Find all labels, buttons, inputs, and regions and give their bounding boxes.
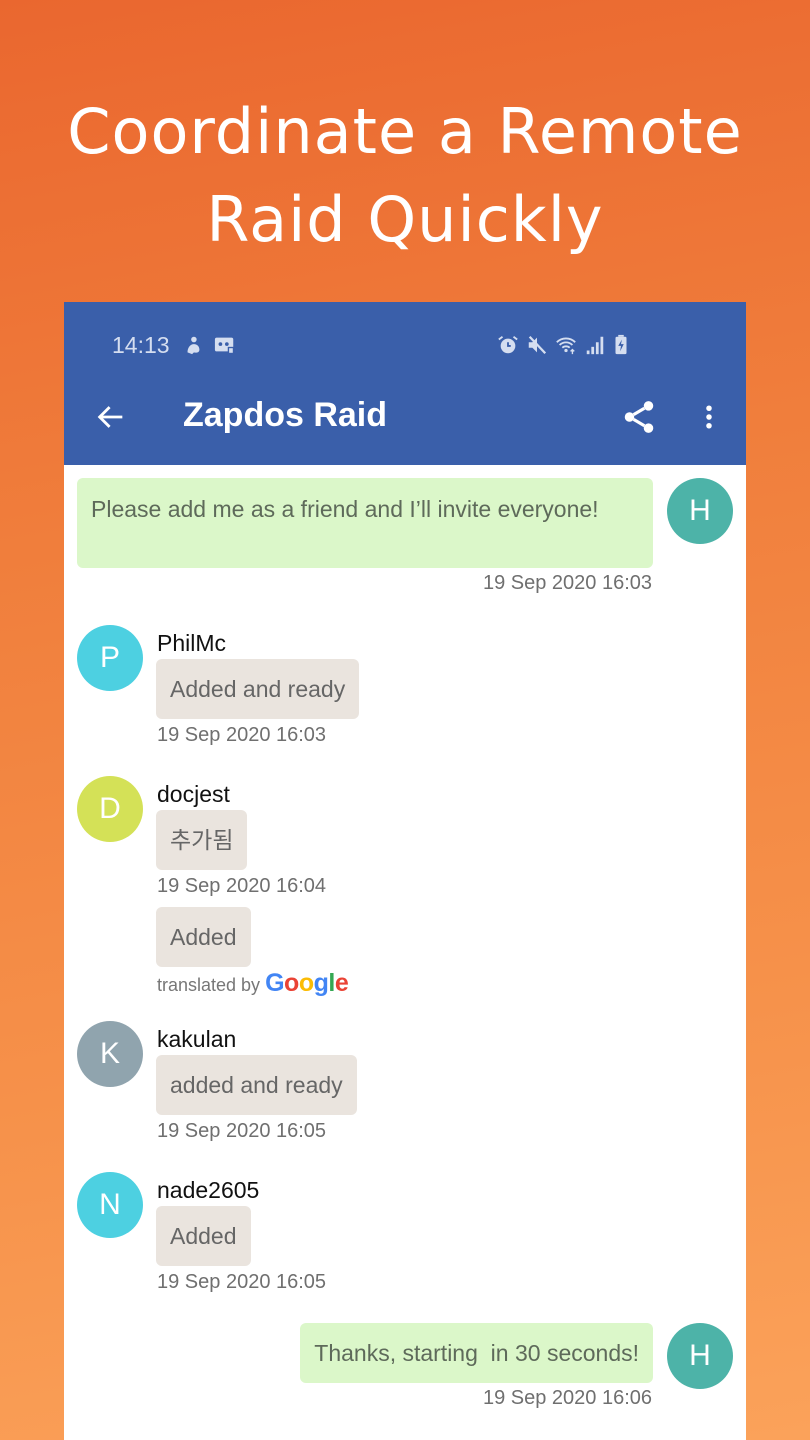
wifi-icon <box>556 337 576 355</box>
translation-credit: translated by Google <box>157 969 349 998</box>
avatar[interactable]: P <box>77 625 143 691</box>
avatar[interactable]: K <box>77 1021 143 1087</box>
sender-name: PhilMc <box>157 630 227 656</box>
arrow-back-icon[interactable] <box>94 400 128 434</box>
app-bar: 14:13 Zapdos Raid <box>64 302 746 465</box>
incoming-message-bubble[interactable]: Added and ready <box>156 659 360 719</box>
status-time: 14:13 <box>112 332 170 358</box>
phone-screen: 14:13 Zapdos Raid Please add me as a fri… <box>64 302 746 1440</box>
sender-name: nade2605 <box>157 1177 260 1203</box>
message-text: Added and ready <box>170 676 346 702</box>
outgoing-message-bubble[interactable]: Thanks, starting in 30 seconds! <box>300 1323 653 1383</box>
share-icon[interactable] <box>620 398 658 436</box>
notification-app-icon <box>187 336 200 355</box>
message-text: 추가됨 <box>170 827 234 853</box>
sender-name: kakulan <box>157 1026 237 1052</box>
message-text: Thanks, starting in 30 seconds! <box>314 1340 639 1366</box>
avatar[interactable]: N <box>77 1172 143 1238</box>
incoming-message-bubble[interactable]: 추가됨 <box>156 810 248 870</box>
avatar[interactable]: H <box>667 478 733 544</box>
battery-charging-icon <box>615 334 627 355</box>
translated-by-label: translated by <box>157 975 261 995</box>
message-text: added and ready <box>170 1072 343 1098</box>
outgoing-message-bubble[interactable]: Please add me as a friend and I’ll invit… <box>77 478 653 568</box>
promo-headline: Coordinate a Remote Raid Quickly <box>0 88 810 264</box>
message-timestamp: 19 Sep 2020 16:05 <box>157 1120 327 1142</box>
message-timestamp: 19 Sep 2020 16:04 <box>157 875 327 897</box>
headline-line-2: Raid Quickly <box>206 183 604 256</box>
avatar[interactable]: H <box>667 1323 733 1389</box>
alarm-icon <box>498 336 518 354</box>
message-text: Added <box>170 1223 237 1249</box>
headline-line-1: Coordinate a Remote <box>67 95 743 168</box>
toolbar: Zapdos Raid <box>64 394 746 444</box>
incoming-message-bubble[interactable]: added and ready <box>156 1055 357 1115</box>
chat-title: Zapdos Raid <box>183 396 388 434</box>
avatar[interactable]: D <box>77 776 143 842</box>
sender-name: docjest <box>157 781 230 807</box>
google-logo: Google <box>265 969 349 997</box>
message-text: Please add me as a friend and I’ll invit… <box>91 496 599 522</box>
mute-icon <box>528 335 547 355</box>
message-timestamp: 19 Sep 2020 16:05 <box>157 1271 327 1293</box>
signal-icon <box>586 336 604 355</box>
message-timestamp: 19 Sep 2020 16:03 <box>157 724 327 746</box>
message-timestamp: 19 Sep 2020 16:03 <box>482 572 652 594</box>
incoming-message-bubble[interactable]: Added <box>156 1206 251 1266</box>
voicemail-icon <box>214 337 235 355</box>
translated-text: Added <box>170 924 237 950</box>
message-timestamp: 19 Sep 2020 16:06 <box>482 1387 652 1409</box>
more-vert-icon[interactable] <box>694 398 724 436</box>
translated-message-bubble[interactable]: Added <box>156 907 251 967</box>
